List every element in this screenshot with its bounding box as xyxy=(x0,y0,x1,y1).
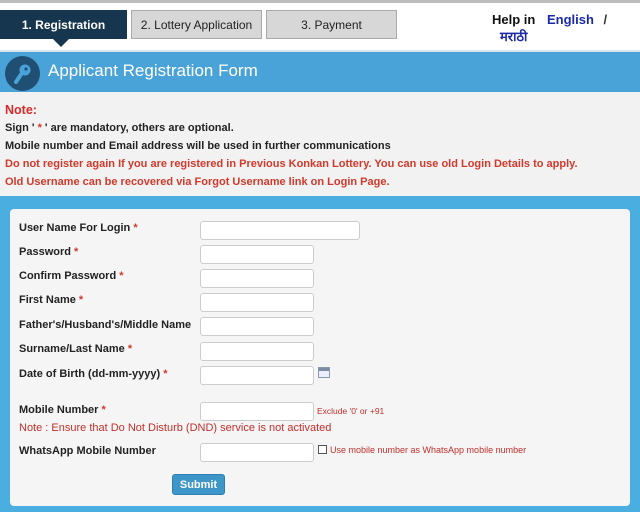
help-separator: / xyxy=(603,12,608,27)
first-name-label: First Name * xyxy=(19,294,84,306)
tab-registration[interactable]: 1. Registration xyxy=(0,10,127,39)
help-english-link[interactable]: English xyxy=(547,12,594,27)
last-name-label: Surname/Last Name * xyxy=(19,343,133,355)
active-tab-arrow xyxy=(53,39,69,47)
middle-name-label: Father's/Husband's/Middle Name xyxy=(19,319,192,331)
help-label: Help in xyxy=(492,12,536,27)
tab-payment[interactable]: 3. Payment xyxy=(266,10,397,39)
whatsapp-label: WhatsApp Mobile Number xyxy=(19,445,156,457)
form-header: Applicant Registration Form xyxy=(0,50,640,92)
mobile-hint: Exclude '0' or +91 xyxy=(317,406,385,416)
note-forgot-username: Old Username can be recovered via Forgot… xyxy=(5,176,390,188)
dob-input[interactable] xyxy=(200,366,314,385)
whatsapp-input[interactable] xyxy=(200,443,314,462)
first-name-input[interactable] xyxy=(200,293,314,312)
key-icon xyxy=(5,56,40,91)
confirm-password-label: Confirm Password * xyxy=(19,270,124,282)
note-do-not-register: Do not register again If you are registe… xyxy=(5,158,578,170)
mobile-label: Mobile Number * xyxy=(19,404,106,416)
password-input[interactable] xyxy=(200,245,314,264)
dnd-note: Note : Ensure that Do Not Disturb (DND) … xyxy=(19,422,332,434)
whatsapp-same-checkbox[interactable] xyxy=(318,445,327,454)
note-communications: Mobile number and Email address will be … xyxy=(5,140,391,152)
help-links: Help in English / मराठी xyxy=(492,12,640,45)
registration-form: User Name For Login * Password * Confirm… xyxy=(10,209,630,506)
password-label: Password * xyxy=(19,246,79,258)
username-label: User Name For Login * xyxy=(19,222,138,234)
last-name-input[interactable] xyxy=(200,342,314,361)
username-input[interactable] xyxy=(200,221,360,240)
submit-button[interactable]: Submit xyxy=(172,474,225,495)
note-heading: Note: xyxy=(5,103,37,117)
page-title: Applicant Registration Form xyxy=(48,61,258,80)
whatsapp-checkbox-label[interactable]: Use mobile number as WhatsApp mobile num… xyxy=(330,445,526,455)
notes-section: Note: Sign ' * ' are mandatory, others a… xyxy=(5,101,578,191)
tab-lottery-application[interactable]: 2. Lottery Application xyxy=(131,10,262,39)
middle-name-input[interactable] xyxy=(200,317,314,336)
calendar-icon[interactable] xyxy=(318,367,330,378)
help-marathi-link[interactable]: मराठी xyxy=(500,29,527,44)
confirm-password-input[interactable] xyxy=(200,269,314,288)
dob-label: Date of Birth (dd-mm-yyyy) * xyxy=(19,368,168,380)
form-panel: User Name For Login * Password * Confirm… xyxy=(0,196,640,512)
mobile-input[interactable] xyxy=(200,402,314,421)
note-mandatory: Sign ' * ' are mandatory, others are opt… xyxy=(5,122,234,134)
